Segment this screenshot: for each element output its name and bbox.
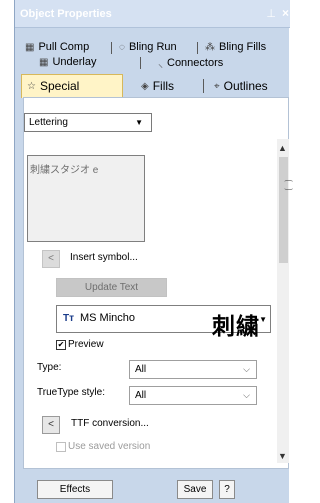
effects-button[interactable]: Effects xyxy=(37,480,113,499)
truetype-style-value: All xyxy=(135,390,147,401)
update-text-button[interactable]: Update Text xyxy=(56,278,167,297)
tab-underlay[interactable]: ▦ Underlay xyxy=(39,56,96,68)
tab-label: Fills xyxy=(152,79,175,93)
pull-comp-icon: ▦ xyxy=(25,41,35,53)
tab-label: Outlines xyxy=(223,79,268,93)
scroll-up-icon[interactable]: ▲ xyxy=(278,143,287,153)
chevron-down-icon: ⌵ xyxy=(243,390,250,400)
connectors-icon: ⸜ xyxy=(158,59,163,70)
chevron-down-icon: ⌵ xyxy=(243,364,250,374)
tab-separator xyxy=(197,42,198,54)
font-name: MS Mincho xyxy=(80,312,136,324)
tab-label: Pull Comp xyxy=(38,41,90,53)
insert-symbol-button[interactable]: < xyxy=(42,250,60,268)
tab-special[interactable]: ☆ Special xyxy=(27,79,79,93)
insert-symbol-label: Insert symbol... xyxy=(70,252,138,263)
use-saved-version-label: Use saved version xyxy=(68,441,151,452)
ttf-conversion-button[interactable]: < xyxy=(42,416,60,434)
lettering-dropdown-value: Lettering xyxy=(29,117,68,128)
font-preview-glyphs: 刺繍 xyxy=(212,313,260,340)
close-icon[interactable]: × xyxy=(282,6,289,20)
help-button[interactable]: ? xyxy=(219,480,235,499)
tab-bling-run[interactable]: ◌ Bling Run xyxy=(119,41,177,53)
tab-separator xyxy=(111,42,112,54)
tab-separator xyxy=(203,79,204,93)
tab-row-2: ▦ Underlay ⸜ Connectors xyxy=(21,56,285,70)
preview-label: Preview xyxy=(68,339,104,350)
truetype-style-select[interactable]: All ⌵ xyxy=(129,386,257,405)
tab-outlines[interactable]: ⌖ Outlines xyxy=(214,79,268,93)
tab-label: Special xyxy=(39,79,80,93)
bling-fills-icon: ⁂ xyxy=(205,41,215,53)
use-saved-version-checkbox[interactable] xyxy=(56,442,66,452)
scroll-down-icon[interactable]: ▼ xyxy=(278,451,287,461)
tab-label: Connectors xyxy=(167,57,224,69)
type-select[interactable]: All ⌵ xyxy=(129,360,257,379)
fills-icon: ◈ xyxy=(141,80,149,92)
tab-fills[interactable]: ◈ Fills xyxy=(141,79,174,93)
tab-bling-fills[interactable]: ⁂ Bling Fills xyxy=(205,41,266,53)
title-bar[interactable]: Object Properties ⊥ × xyxy=(15,0,290,28)
underlay-icon: ▦ xyxy=(39,56,49,68)
bling-run-icon: ◌ xyxy=(119,41,125,53)
save-button[interactable]: Save xyxy=(177,480,213,499)
panel-title: Object Properties xyxy=(20,8,112,20)
font-selector[interactable]: Tт MS Mincho 刺繍 ▼ xyxy=(56,305,271,340)
object-properties-panel: Object Properties ⊥ × ▦ Pull Comp ◌ Blin… xyxy=(14,0,290,503)
resize-handle[interactable]: ⁐ xyxy=(285,180,292,191)
preview-checkbox[interactable]: ✔ xyxy=(56,340,66,350)
pin-icon[interactable]: ⊥ xyxy=(266,7,276,20)
tab-label: Bling Run xyxy=(128,41,177,53)
chevron-down-icon: ▼ xyxy=(259,315,267,324)
tab-row-1: ▦ Pull Comp ◌ Bling Run ⁂ Bling Fills xyxy=(21,40,285,56)
outlines-icon: ⌖ xyxy=(214,80,220,92)
truetype-font-icon: Tт xyxy=(63,313,75,324)
lettering-text-area[interactable]: 刺繍スタジオ e xyxy=(27,155,145,242)
scrollbar-thumb[interactable] xyxy=(279,157,288,263)
tab-pull-comp[interactable]: ▦ Pull Comp xyxy=(25,41,89,53)
star-icon: ☆ xyxy=(27,80,36,92)
lettering-dropdown[interactable]: Lettering ▼ xyxy=(24,113,152,132)
lettering-text-value: 刺繍スタジオ e xyxy=(30,165,99,176)
tab-connectors[interactable]: ⸜ Connectors xyxy=(158,56,223,70)
ttf-conversion-label: TTF conversion... xyxy=(71,418,149,429)
type-label: Type: xyxy=(37,362,62,373)
type-select-value: All xyxy=(135,364,147,375)
tab-label: Underlay xyxy=(52,56,97,68)
chevron-down-icon: ▼ xyxy=(135,118,143,127)
truetype-style-label: TrueType style: xyxy=(37,387,105,398)
tab-separator xyxy=(140,57,141,69)
tab-label: Bling Fills xyxy=(219,41,267,53)
tab-row-3: ☆ Special ◈ Fills ⌖ Outlines xyxy=(21,74,285,98)
